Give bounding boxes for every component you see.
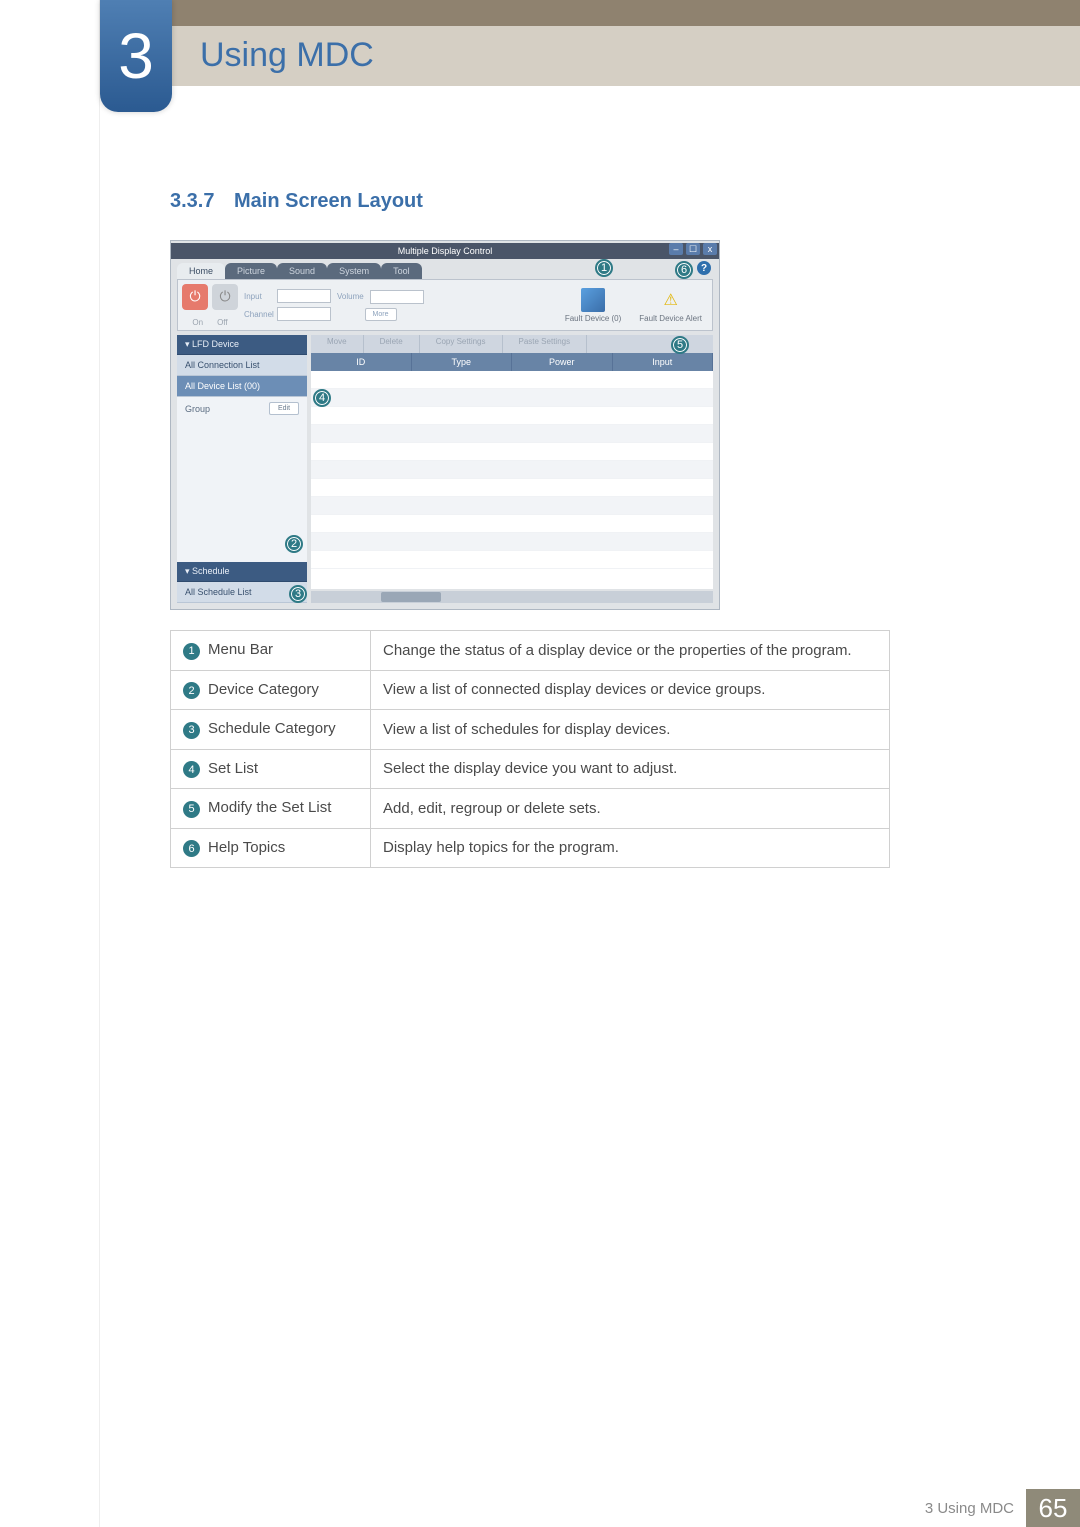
power-off-button[interactable]: ⏻	[212, 284, 238, 310]
horizontal-scrollbar[interactable]	[311, 591, 713, 603]
setlist-move[interactable]: Move	[311, 335, 364, 353]
toolbar: ⏻ ⏻ On Off Input Channel Volume More Fau…	[177, 279, 713, 331]
callout-1: 1	[595, 259, 613, 277]
legend-name: Set List	[208, 760, 258, 777]
legend-desc: Add, edit, regroup or delete sets.	[371, 789, 890, 829]
close-icon[interactable]: x	[703, 243, 717, 255]
legend-name: Help Topics	[208, 839, 285, 856]
fault-device-count[interactable]: Fault Device (0)	[559, 286, 627, 325]
tab-picture[interactable]: Picture	[225, 263, 277, 279]
power-off-label: Off	[217, 318, 228, 327]
legend-row: 4Set ListSelect the display device you w…	[171, 749, 890, 789]
sidebar-item-all-connection[interactable]: All Connection List	[177, 355, 307, 376]
side-panel: ▾ LFD Device All Connection List All Dev…	[177, 335, 307, 603]
legend-desc: Change the status of a display device or…	[371, 631, 890, 671]
col-id[interactable]: ID	[311, 353, 412, 371]
sidebar-header-lfd[interactable]: ▾ LFD Device	[177, 335, 307, 355]
power-on-label: On	[192, 318, 203, 327]
callout-4: 4	[313, 389, 331, 407]
chapter-number-badge: 3	[100, 0, 172, 112]
fault-device-alert[interactable]: ⚠ Fault Device Alert	[633, 286, 708, 325]
channel-label: Channel	[244, 310, 274, 319]
app-screenshot: Multiple Display Control – ☐ x Home Pict…	[170, 240, 720, 610]
col-input[interactable]: Input	[613, 353, 714, 371]
tab-home[interactable]: Home	[177, 263, 225, 279]
tab-system[interactable]: System	[327, 263, 381, 279]
callout-5: 5	[671, 336, 689, 354]
volume-label: Volume	[337, 292, 367, 301]
footer-label: 3 Using MDC	[925, 1489, 1026, 1527]
callout-6: 6	[675, 261, 693, 279]
sidebar-group-label: Group	[185, 404, 210, 414]
legend-name: Menu Bar	[208, 641, 273, 658]
legend-row: 6Help TopicsDisplay help topics for the …	[171, 828, 890, 868]
legend-name: Schedule Category	[208, 720, 336, 737]
page-footer: 3 Using MDC 65	[100, 1489, 1080, 1527]
legend-row: 2Device CategoryView a list of connected…	[171, 670, 890, 710]
legend-desc: View a list of schedules for display dev…	[371, 710, 890, 750]
legend-desc: View a list of connected display devices…	[371, 670, 890, 710]
legend-table: 1Menu BarChange the status of a display …	[170, 630, 890, 868]
help-icon[interactable]: ?	[697, 261, 711, 275]
section-number: 3.3.7	[170, 190, 214, 213]
minimize-icon[interactable]: –	[669, 243, 683, 255]
chapter-title: Using MDC	[200, 36, 374, 75]
col-type[interactable]: Type	[412, 353, 513, 371]
channel-stepper[interactable]	[277, 307, 331, 321]
legend-row: 3Schedule CategoryView a list of schedul…	[171, 710, 890, 750]
more-button[interactable]: More	[365, 308, 397, 321]
setlist-copy[interactable]: Copy Settings	[420, 335, 503, 353]
tab-sound[interactable]: Sound	[277, 263, 327, 279]
legend-row: 1Menu BarChange the status of a display …	[171, 631, 890, 671]
callout-2: 2	[285, 535, 303, 553]
power-on-button[interactable]: ⏻	[182, 284, 208, 310]
legend-row: 5Modify the Set ListAdd, edit, regroup o…	[171, 789, 890, 829]
legend-name: Modify the Set List	[208, 799, 331, 816]
setlist-delete[interactable]: Delete	[364, 335, 420, 353]
sidebar-header-schedule[interactable]: ▾ Schedule	[177, 562, 307, 582]
maximize-icon[interactable]: ☐	[686, 243, 700, 255]
setlist-actions: Move Delete Copy Settings Paste Settings	[311, 335, 713, 353]
input-label: Input	[244, 292, 274, 301]
tab-tool[interactable]: Tool	[381, 263, 422, 279]
legend-desc: Select the display device you want to ad…	[371, 749, 890, 789]
window-title: Multiple Display Control	[171, 243, 719, 259]
grid-header: ID Type Power Input	[311, 353, 713, 371]
callout-3: 3	[289, 585, 307, 603]
legend-desc: Display help topics for the program.	[371, 828, 890, 868]
section-title: Main Screen Layout	[234, 190, 423, 213]
footer-page-number: 65	[1026, 1489, 1080, 1527]
setlist-paste[interactable]: Paste Settings	[503, 335, 588, 353]
legend-name: Device Category	[208, 681, 319, 698]
sidebar-item-all-device[interactable]: All Device List (00)	[177, 376, 307, 397]
input-dropdown[interactable]	[277, 289, 331, 303]
sidebar-item-all-schedule[interactable]: All Schedule List	[177, 582, 307, 603]
grid-body[interactable]	[311, 371, 713, 589]
volume-slider[interactable]	[370, 290, 424, 304]
edit-group-button[interactable]: Edit	[269, 402, 299, 415]
window-controls: – ☐ x	[669, 243, 717, 255]
col-power[interactable]: Power	[512, 353, 613, 371]
